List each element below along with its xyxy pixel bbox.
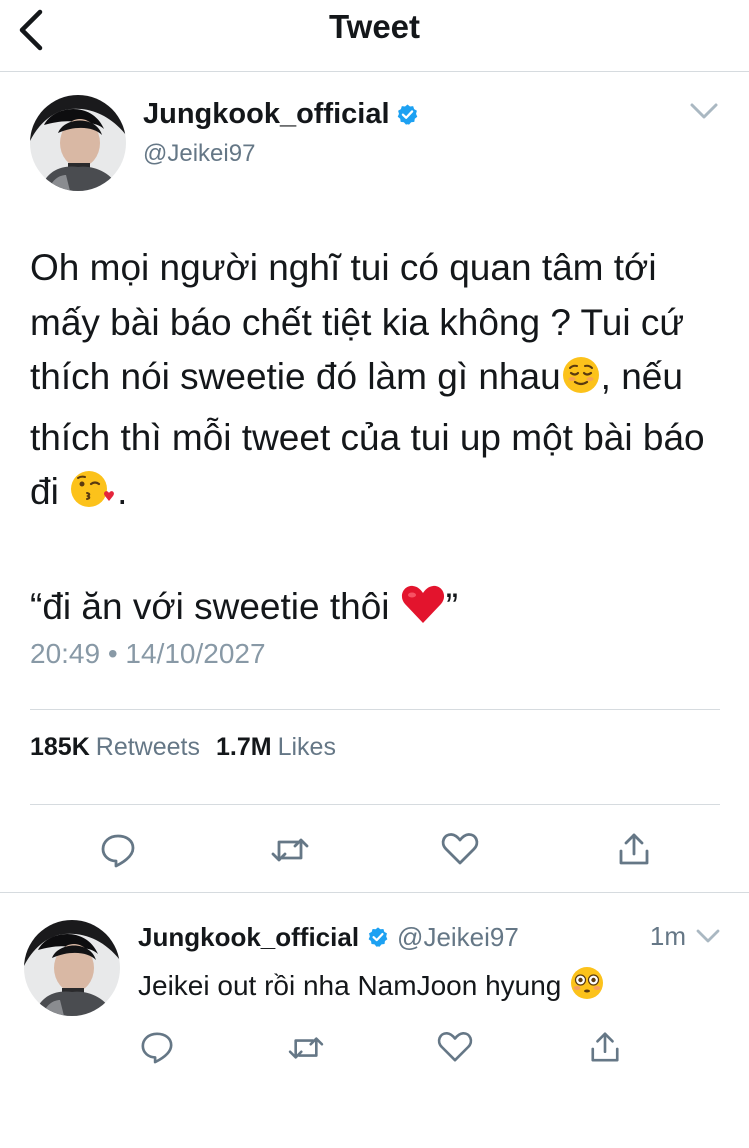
reply-text-content: Jeikei out rồi nha NamJoon hyung [138, 970, 570, 1001]
likes-count[interactable]: 1.7M [216, 733, 272, 762]
tweet-text-part-5: ” [445, 586, 459, 627]
reply-avatar[interactable] [24, 920, 120, 1016]
share-icon [591, 1032, 619, 1062]
retweet-button[interactable] [268, 832, 312, 868]
reply-button[interactable] [98, 830, 138, 870]
retweet-icon [288, 1037, 324, 1059]
tweet-text: Oh mọi người nghĩ tui có quan tâm tới mấ… [30, 241, 730, 641]
top-bar: Tweet [0, 0, 749, 72]
red-heart-emoji [400, 583, 446, 641]
like-icon [437, 1032, 473, 1062]
flushed-face-emoji [569, 965, 605, 1008]
reply-header: Jungkook_official @Jeikei97 1m [138, 920, 728, 954]
page-title: Tweet [328, 8, 421, 45]
verified-badge-icon [368, 927, 388, 947]
retweets-label[interactable]: Retweets [96, 733, 200, 762]
engagement-stats: 185K Retweets 1.7M Likes [30, 733, 352, 762]
verified-badge-icon [397, 104, 417, 125]
tweet-timestamp[interactable]: 20:49 • 14/10/2027 [30, 638, 266, 670]
divider [0, 892, 749, 893]
divider [30, 804, 720, 805]
reply-reply-button[interactable] [138, 1028, 176, 1066]
author-name-row[interactable]: Jungkook_official [143, 98, 419, 131]
reply-timestamp[interactable]: 1m [650, 921, 686, 952]
reply-retweet-button[interactable] [286, 1031, 326, 1065]
reply-text: Jeikei out rồi nha NamJoon hyung [138, 965, 605, 1008]
chevron-down-icon [696, 929, 720, 943]
author-display-name[interactable]: Jungkook_official [143, 98, 390, 131]
retweet-icon [271, 838, 309, 862]
reply-author-name[interactable]: Jungkook_official [138, 922, 359, 953]
reply-icon [101, 834, 135, 868]
share-button[interactable] [614, 829, 654, 869]
retweets-count[interactable]: 185K [30, 733, 90, 762]
face-blowing-kiss-emoji [69, 468, 117, 526]
share-icon [619, 833, 649, 865]
reply-author-handle[interactable]: @Jeikei97 [397, 922, 519, 953]
likes-label[interactable]: Likes [278, 733, 336, 762]
author-handle[interactable]: @Jeikei97 [143, 140, 255, 168]
like-button[interactable] [440, 830, 480, 868]
like-icon [441, 833, 479, 865]
relieved-face-emoji [561, 355, 601, 411]
chevron-down-icon [690, 103, 718, 119]
avatar[interactable] [30, 95, 126, 191]
reply-share-button[interactable] [586, 1028, 624, 1066]
tweet-menu-button[interactable] [686, 98, 722, 126]
tweet-text-part-3: . [117, 471, 128, 512]
reply-menu-button[interactable] [694, 924, 722, 948]
tweet-text-part-4: “đi ăn với sweetie thôi [30, 586, 400, 627]
reply-icon [141, 1032, 173, 1064]
reply-like-button[interactable] [436, 1029, 474, 1065]
divider [30, 709, 720, 710]
